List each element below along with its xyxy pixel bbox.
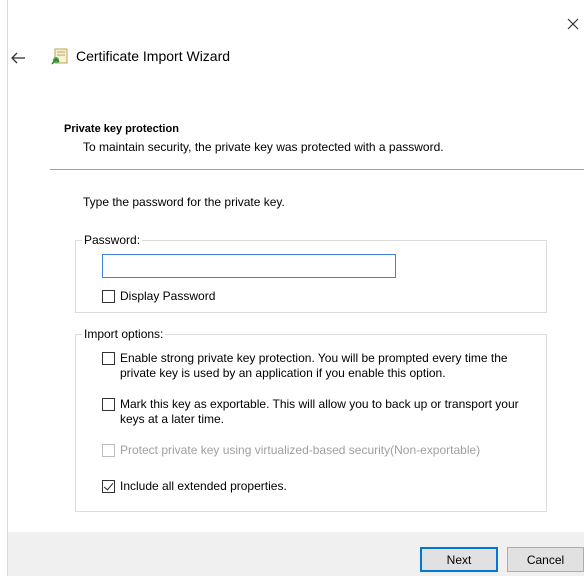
- virtualized-security-checkbox: [102, 444, 115, 457]
- password-legend: Password:: [82, 233, 143, 247]
- close-button[interactable]: [565, 16, 581, 32]
- exportable-label-line2: keys at a later time.: [120, 412, 225, 426]
- extended-properties-label: Include all extended properties.: [120, 479, 287, 493]
- strong-protection-label: Enable strong private key protection. Yo…: [120, 351, 508, 381]
- display-password-label: Display Password: [120, 289, 216, 303]
- exportable-option[interactable]: Mark this key as exportable. This will a…: [102, 397, 542, 427]
- page-description: To maintain security, the private key wa…: [83, 140, 444, 154]
- window-left-border: [7, 0, 8, 576]
- page-heading: Private key protection: [64, 123, 179, 135]
- exportable-checkbox[interactable]: [102, 398, 115, 411]
- cancel-button[interactable]: Cancel: [507, 547, 584, 572]
- virtualized-security-option: Protect private key using virtualized-ba…: [102, 443, 542, 458]
- import-options-legend: Import options:: [82, 327, 166, 341]
- strong-protection-checkbox[interactable]: [102, 352, 115, 365]
- certificate-icon: [50, 47, 70, 67]
- header-divider: [50, 169, 584, 170]
- extended-properties-checkbox[interactable]: [102, 480, 115, 493]
- wizard-title: Certificate Import Wizard: [76, 48, 231, 64]
- display-password-checkbox[interactable]: [102, 290, 115, 303]
- strong-protection-label-line2: private key is used by an application if…: [120, 366, 446, 380]
- exportable-label: Mark this key as exportable. This will a…: [120, 397, 519, 427]
- strong-protection-label-line1: Enable strong private key protection. Yo…: [120, 351, 508, 365]
- back-button[interactable]: [10, 51, 26, 65]
- strong-protection-option[interactable]: Enable strong private key protection. Yo…: [102, 351, 542, 381]
- certificate-import-wizard-window: Certificate Import Wizard Private key pr…: [0, 0, 584, 576]
- close-icon: [567, 18, 579, 30]
- extended-properties-option[interactable]: Include all extended properties.: [102, 479, 542, 494]
- next-button[interactable]: Next: [420, 547, 498, 572]
- instruction-text: Type the password for the private key.: [83, 195, 285, 209]
- exportable-label-line1: Mark this key as exportable. This will a…: [120, 397, 519, 411]
- back-arrow-icon: [11, 52, 25, 64]
- virtualized-security-label: Protect private key using virtualized-ba…: [120, 443, 481, 457]
- password-input[interactable]: [102, 254, 396, 278]
- display-password-checkbox-row[interactable]: Display Password: [102, 289, 215, 304]
